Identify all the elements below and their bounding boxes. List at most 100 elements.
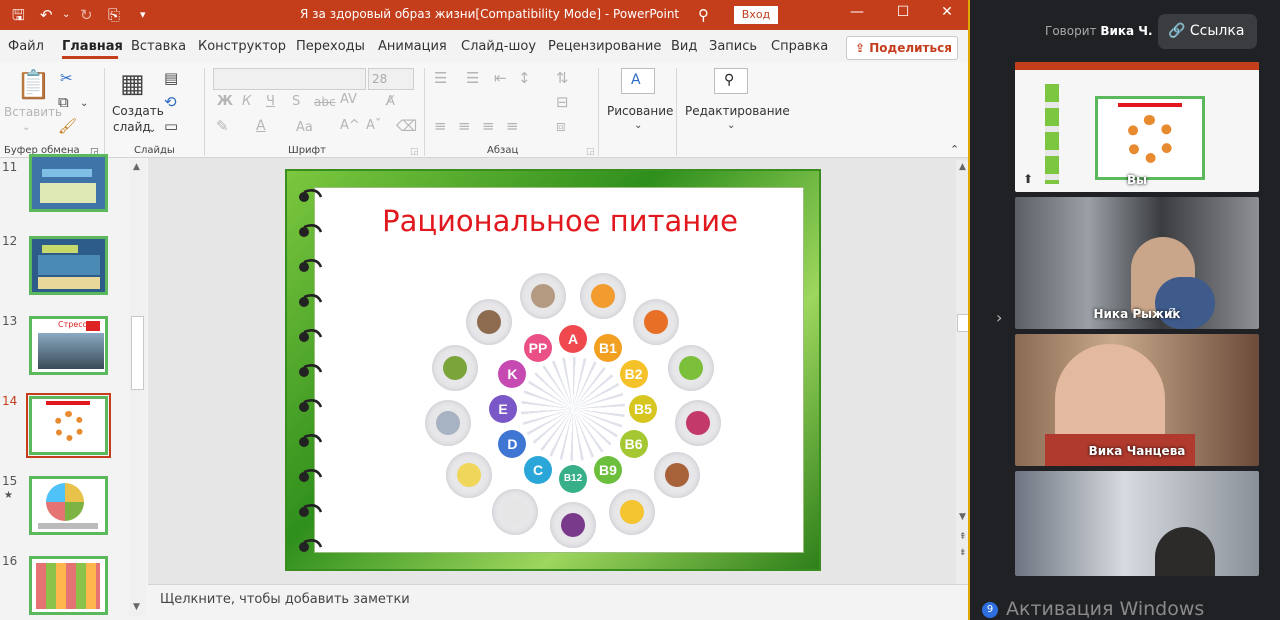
font-color-icon[interactable]: A <box>256 118 266 134</box>
tab-file[interactable]: Файл <box>8 39 44 54</box>
editor-scrollbar[interactable]: ▲ ▼ ⇞ ⇟ <box>956 160 968 584</box>
maximize-icon[interactable]: ☐ <box>888 4 918 20</box>
participant-tile-self[interactable]: ⬆ Вы <box>1015 62 1259 192</box>
editing-dropdown-icon[interactable]: ⌄ <box>727 118 735 134</box>
increase-font-icon[interactable]: A^ <box>340 118 360 134</box>
new-slide-dropdown-icon[interactable]: ⌄ <box>148 122 156 138</box>
undo-icon[interactable]: ↶ <box>40 5 53 25</box>
reset-slide-icon[interactable]: ⟲ <box>164 94 177 110</box>
scroll-down-icon[interactable]: ▼ <box>133 602 140 612</box>
tab-transitions[interactable]: Переходы <box>296 39 365 54</box>
slide-title[interactable]: Рациональное питание <box>355 204 765 238</box>
vitamin-wheel[interactable]: A B1 B2 B5 B6 B9 B12 C D E K PP <box>415 268 731 550</box>
line-spacing-icon[interactable]: ↕ <box>518 70 531 86</box>
food-item-icon <box>675 399 722 446</box>
slide-thumbnail-12[interactable] <box>29 236 108 295</box>
chevron-right-icon[interactable]: › <box>996 308 1002 327</box>
slide-thumbnail-13[interactable]: Стресс <box>29 316 108 375</box>
numbering-icon[interactable]: ☰ <box>466 70 479 86</box>
section-icon[interactable]: ▭ <box>164 118 178 134</box>
scroll-up-icon[interactable]: ▲ <box>133 162 140 172</box>
layout-icon[interactable]: ▤ <box>164 70 178 86</box>
collapse-ribbon-icon[interactable]: ⌃ <box>950 142 959 158</box>
paste-icon[interactable]: 📋 <box>16 70 51 100</box>
scrollbar-thumb[interactable] <box>131 316 144 390</box>
undo-dropdown-icon[interactable]: ⌄ <box>62 5 70 25</box>
decrease-indent-icon[interactable]: ⇤ <box>494 70 507 86</box>
slide-thumbnail-14-selected[interactable] <box>26 393 111 458</box>
participant-tile-4[interactable] <box>1015 471 1259 576</box>
thumbnail-scrollbar[interactable]: ▲ ▼ <box>129 160 146 616</box>
slide-thumbnail-16[interactable] <box>29 556 108 615</box>
tab-help[interactable]: Справка <box>771 39 828 54</box>
copy-link-button[interactable]: 🔗 Ссылка <box>1158 14 1257 49</box>
smartart-icon[interactable]: ⧈ <box>556 118 566 134</box>
underline-button[interactable]: Ч <box>266 94 275 110</box>
search-icon[interactable]: ⚲ <box>698 5 709 25</box>
tab-design[interactable]: Конструктор <box>198 39 286 54</box>
align-right-icon[interactable]: ≡ <box>482 118 495 134</box>
tab-insert[interactable]: Вставка <box>131 39 186 54</box>
copy-dropdown-icon[interactable]: ⌄ <box>80 96 88 112</box>
redo-icon[interactable]: ↻ <box>80 5 93 25</box>
bullets-icon[interactable]: ☰ <box>434 70 447 86</box>
vitamin-c-badge: C <box>524 455 552 484</box>
current-slide[interactable]: Рациональное питание A B1 B2 B5 B6 B9 B12 C D E K P… <box>285 169 821 571</box>
text-direction-icon[interactable]: ⇅ <box>556 70 569 86</box>
align-center-icon[interactable]: ≡ <box>458 118 471 134</box>
participant-count-badge[interactable]: 9 <box>982 602 998 618</box>
editing-label[interactable]: Редактирование <box>685 104 790 118</box>
customize-toolbar-icon[interactable]: ▾ <box>140 5 146 25</box>
tab-animations[interactable]: Анимация <box>378 39 447 54</box>
previous-slide-icon[interactable]: ⇞ <box>959 532 967 542</box>
tab-view[interactable]: Вид <box>671 39 697 54</box>
tab-review[interactable]: Рецензирование <box>548 39 661 54</box>
drawing-icon[interactable]: A <box>621 68 655 94</box>
tab-slideshow[interactable]: Слайд-шоу <box>461 39 536 54</box>
present-icon[interactable]: ⎘ <box>108 5 120 25</box>
tab-record[interactable]: Запись <box>709 39 757 54</box>
bold-button[interactable]: Ж <box>217 94 233 110</box>
participant-tile-vika[interactable]: Вика Чанцева <box>1015 334 1259 466</box>
font-name-combo[interactable] <box>213 68 366 90</box>
align-left-icon[interactable]: ≡ <box>434 118 447 134</box>
scroll-down-icon[interactable]: ▼ <box>959 512 966 522</box>
char-spacing-icon[interactable]: AV <box>340 92 357 108</box>
cut-icon[interactable]: ✂ <box>60 70 73 86</box>
highlight-icon[interactable]: ✎ <box>216 118 229 134</box>
share-button[interactable]: ⇪ Поделиться <box>846 36 958 60</box>
align-text-icon[interactable]: ⊟ <box>556 94 569 110</box>
strikethrough-icon[interactable]: abc <box>314 94 336 110</box>
justify-icon[interactable]: ≡ <box>506 118 519 134</box>
minimize-icon[interactable]: — <box>842 4 872 20</box>
change-case-icon[interactable]: Aa <box>296 120 313 136</box>
slide-thumbnail-15[interactable] <box>29 476 108 535</box>
notes-placeholder[interactable]: Щелкните, чтобы добавить заметки <box>160 592 410 607</box>
tab-home[interactable]: Главная <box>62 39 123 54</box>
scroll-up-icon[interactable]: ▲ <box>959 162 966 172</box>
shadow-button[interactable]: S <box>292 94 300 110</box>
clear-format-icon[interactable]: A̸ <box>386 94 395 110</box>
decrease-font-icon[interactable]: Aˇ <box>366 118 381 134</box>
slide-thumbnail-11[interactable] <box>29 154 108 212</box>
clear-formatting-icon[interactable]: ⌫ <box>396 118 417 134</box>
participant-video <box>1155 527 1215 576</box>
vitamin-d-badge: D <box>498 430 527 458</box>
drawing-dropdown-icon[interactable]: ⌄ <box>634 118 642 134</box>
close-icon[interactable]: ✕ <box>932 4 962 20</box>
scrollbar-thumb[interactable] <box>957 314 968 332</box>
format-painter-icon[interactable]: 🖌 <box>58 118 77 134</box>
participant-tile-nika[interactable]: Ника Рыжик 🎙̸ <box>1015 197 1259 329</box>
paste-dropdown-icon[interactable]: ⌄ <box>22 120 30 136</box>
shared-screen-slide <box>1095 96 1205 180</box>
next-slide-icon[interactable]: ⇟ <box>959 548 967 558</box>
editing-icon[interactable]: ⚲ <box>714 68 748 94</box>
notes-pane[interactable]: Щелкните, чтобы добавить заметки <box>148 584 968 620</box>
login-button[interactable]: Вход <box>734 6 778 24</box>
font-size-combo[interactable]: 28 <box>368 68 414 90</box>
copy-icon[interactable]: ⧉ <box>58 94 69 110</box>
drawing-label[interactable]: Рисование <box>607 104 673 118</box>
save-icon[interactable]: 🖫 <box>12 5 25 25</box>
new-slide-icon[interactable]: ▦ <box>120 70 145 98</box>
italic-button[interactable]: К <box>242 94 251 110</box>
